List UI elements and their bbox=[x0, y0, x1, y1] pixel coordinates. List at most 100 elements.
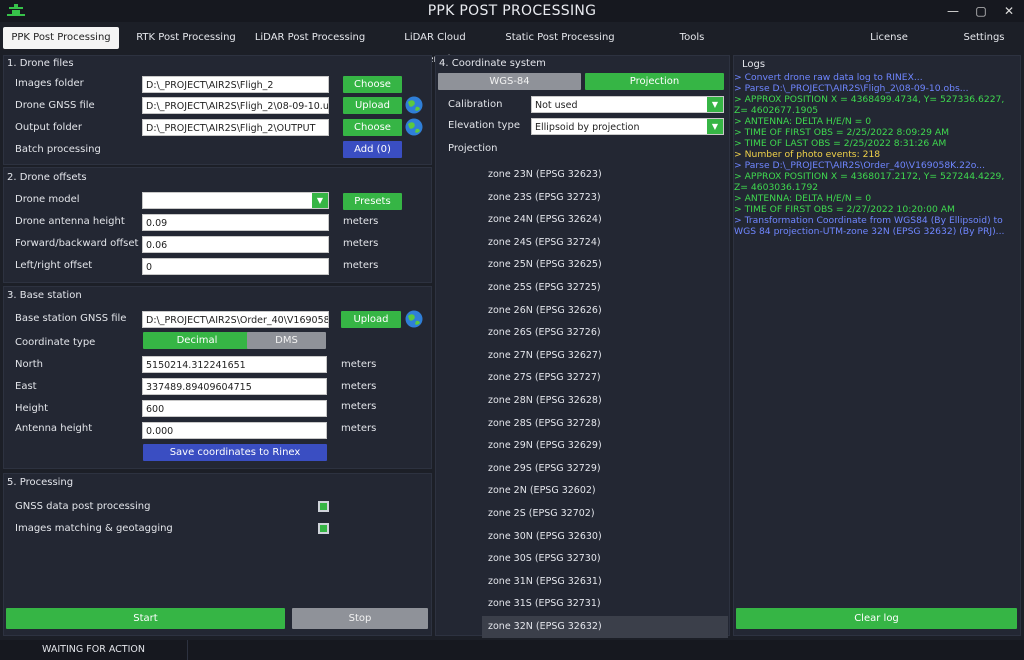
projection-toggle-button[interactable]: Projection bbox=[585, 73, 724, 90]
add-batch-button[interactable]: Add (0) bbox=[343, 141, 402, 158]
log-line: > Parse D:\_PROJECT\AIR2S\Order_40\V1690… bbox=[734, 160, 986, 171]
list-item-selected[interactable]: zone 32N (EPSG 32632) bbox=[482, 615, 728, 639]
north-input[interactable]: 5150214.312241651 bbox=[142, 356, 327, 373]
list-item[interactable]: zone 29S (EPSG 32729) bbox=[482, 458, 728, 481]
chevron-down-icon[interactable]: ▼ bbox=[312, 193, 328, 208]
list-item[interactable]: zone 25N (EPSG 32625) bbox=[482, 254, 728, 277]
east-input[interactable]: 337489.89409604715 bbox=[142, 378, 327, 395]
processing-title: 5. Processing bbox=[7, 477, 74, 488]
gnss-post-processing-checkbox[interactable] bbox=[318, 501, 329, 512]
tab-ppk-post-processing[interactable]: PPK Post Processing bbox=[3, 27, 119, 49]
stop-button[interactable]: Stop bbox=[292, 608, 428, 629]
height-label: Height bbox=[15, 403, 49, 414]
presets-button[interactable]: Presets bbox=[343, 193, 402, 210]
tab-license[interactable]: License bbox=[864, 27, 914, 49]
upload-drone-gnss-button[interactable]: Upload bbox=[343, 97, 402, 114]
meters-unit: meters bbox=[341, 401, 377, 412]
log-line: > APPROX POSITION X = 4368017.2172, Y= 5… bbox=[734, 171, 1005, 193]
list-item[interactable]: zone 23N (EPSG 32623) bbox=[482, 164, 728, 187]
calibration-select[interactable]: Not used ▼ bbox=[531, 96, 724, 113]
elevation-type-select[interactable]: Ellipsoid by projection ▼ bbox=[531, 118, 724, 135]
list-item[interactable]: zone 24N (EPSG 32624) bbox=[482, 209, 728, 232]
title-bar: PPK POST PROCESSING — ▢ ✕ bbox=[0, 0, 1024, 22]
wgs84-toggle-button[interactable]: WGS-84 bbox=[438, 73, 581, 90]
choose-output-button[interactable]: Choose bbox=[343, 119, 402, 136]
log-line: > Parse D:\_PROJECT\AIR2S\Fligh_2\08-09-… bbox=[734, 83, 969, 94]
meters-unit: meters bbox=[343, 238, 379, 249]
log-output: > Convert drone raw data log to RINEX...… bbox=[734, 72, 1018, 237]
tab-rtk-post-processing[interactable]: RTK Post Processing bbox=[128, 27, 244, 49]
upload-base-gnss-button[interactable]: Upload bbox=[341, 311, 401, 328]
globe-icon[interactable] bbox=[405, 96, 423, 114]
height-input[interactable]: 600 bbox=[142, 400, 327, 417]
drone-gnss-input[interactable]: D:\_PROJECT\AIR2S\Fligh_2\08-09-10.ubx bbox=[142, 97, 329, 114]
tab-lidar-cloud-generation[interactable]: LiDAR Cloud Generation bbox=[376, 27, 494, 65]
drone-offsets-title: 2. Drone offsets bbox=[7, 172, 87, 183]
chevron-down-icon[interactable]: ▼ bbox=[707, 119, 723, 134]
output-folder-label: Output folder bbox=[15, 122, 82, 133]
status-text: WAITING FOR ACTION bbox=[0, 640, 188, 660]
images-matching-checkbox[interactable] bbox=[318, 523, 329, 534]
log-line: > ANTENNA: DELTA H/E/N = 0 bbox=[734, 193, 872, 204]
dms-toggle-button[interactable]: DMS bbox=[247, 332, 326, 349]
forward-backward-offset-input[interactable]: 0.06 bbox=[142, 236, 329, 253]
chevron-down-icon[interactable]: ▼ bbox=[707, 97, 723, 112]
list-item[interactable]: zone 28N (EPSG 32628) bbox=[482, 390, 728, 413]
output-folder-input[interactable]: D:\_PROJECT\AIR2S\Fligh_2\OUTPUT bbox=[142, 119, 329, 136]
tab-tools[interactable]: Tools bbox=[670, 27, 714, 49]
drone-logo-icon bbox=[7, 4, 25, 16]
main-tabs: PPK Post Processing RTK Post Processing … bbox=[0, 22, 1024, 65]
log-line: > APPROX POSITION X = 4368499.4734, Y= 5… bbox=[734, 94, 1005, 116]
list-item[interactable]: zone 25S (EPSG 32725) bbox=[482, 277, 728, 300]
left-right-offset-input[interactable]: 0 bbox=[142, 258, 329, 275]
save-coordinates-button[interactable]: Save coordinates to Rinex bbox=[143, 444, 327, 461]
list-item[interactable]: zone 28S (EPSG 32728) bbox=[482, 413, 728, 436]
meters-unit: meters bbox=[341, 423, 377, 434]
list-item[interactable]: zone 27N (EPSG 32627) bbox=[482, 345, 728, 368]
list-item[interactable]: zone 31S (EPSG 32731) bbox=[482, 593, 728, 616]
drone-model-select[interactable]: ▼ bbox=[142, 192, 329, 209]
batch-processing-label: Batch processing bbox=[15, 144, 101, 155]
base-station-title: 3. Base station bbox=[7, 290, 82, 301]
calibration-label: Calibration bbox=[448, 99, 503, 110]
list-item[interactable]: zone 27S (EPSG 32727) bbox=[482, 367, 728, 390]
list-item[interactable]: zone 26S (EPSG 32726) bbox=[482, 322, 728, 345]
base-gnss-label: Base station GNSS file bbox=[15, 313, 127, 324]
globe-icon[interactable] bbox=[405, 310, 423, 328]
projection-label: Projection bbox=[448, 143, 498, 154]
log-line: > Number of photo events: 218 bbox=[734, 149, 881, 160]
tab-settings[interactable]: Settings bbox=[958, 27, 1010, 49]
globe-icon[interactable] bbox=[405, 118, 423, 136]
maximize-icon[interactable]: ▢ bbox=[974, 3, 988, 19]
list-item[interactable]: zone 23S (EPSG 32723) bbox=[482, 187, 728, 210]
list-item[interactable]: zone 31N (EPSG 32631) bbox=[482, 571, 728, 594]
base-antenna-height-input[interactable]: 0.000 bbox=[142, 422, 327, 439]
list-item[interactable]: zone 2N (EPSG 32602) bbox=[482, 480, 728, 503]
list-item[interactable]: zone 30N (EPSG 32630) bbox=[482, 526, 728, 549]
drone-antenna-height-input[interactable]: 0.09 bbox=[142, 214, 329, 231]
images-folder-label: Images folder bbox=[15, 78, 84, 89]
base-antenna-height-label: Antenna height bbox=[15, 423, 93, 434]
list-item[interactable]: zone 29N (EPSG 32629) bbox=[482, 435, 728, 458]
tab-lidar-post-processing[interactable]: LiDAR Post Processing bbox=[250, 27, 370, 49]
coordinate-type-label: Coordinate type bbox=[15, 337, 96, 348]
close-icon[interactable]: ✕ bbox=[1002, 3, 1016, 19]
list-item[interactable]: zone 2S (EPSG 32702) bbox=[482, 503, 728, 526]
clear-log-button[interactable]: Clear log bbox=[736, 608, 1017, 629]
meters-unit: meters bbox=[341, 381, 377, 392]
images-folder-input[interactable]: D:\_PROJECT\AIR2S\Fligh_2 bbox=[142, 76, 329, 93]
drone-model-label: Drone model bbox=[15, 194, 80, 205]
list-item[interactable]: zone 26N (EPSG 32626) bbox=[482, 300, 728, 323]
list-item[interactable]: zone 24S (EPSG 32724) bbox=[482, 232, 728, 255]
forward-backward-offset-label: Forward/backward offset bbox=[15, 238, 139, 249]
minimize-icon[interactable]: — bbox=[946, 3, 960, 19]
start-button[interactable]: Start bbox=[6, 608, 285, 629]
decimal-toggle-button[interactable]: Decimal bbox=[143, 332, 251, 349]
images-matching-label: Images matching & geotagging bbox=[15, 523, 173, 534]
drone-gnss-label: Drone GNSS file bbox=[15, 100, 95, 111]
choose-images-button[interactable]: Choose bbox=[343, 76, 402, 93]
gnss-post-processing-label: GNSS data post processing bbox=[15, 501, 151, 512]
list-item[interactable]: zone 30S (EPSG 32730) bbox=[482, 548, 728, 571]
base-gnss-input[interactable]: D:\_PROJECT\AIR2S\Order_40\V169058K. bbox=[142, 311, 329, 328]
tab-static-post-processing[interactable]: Static Post Processing bbox=[502, 27, 618, 49]
